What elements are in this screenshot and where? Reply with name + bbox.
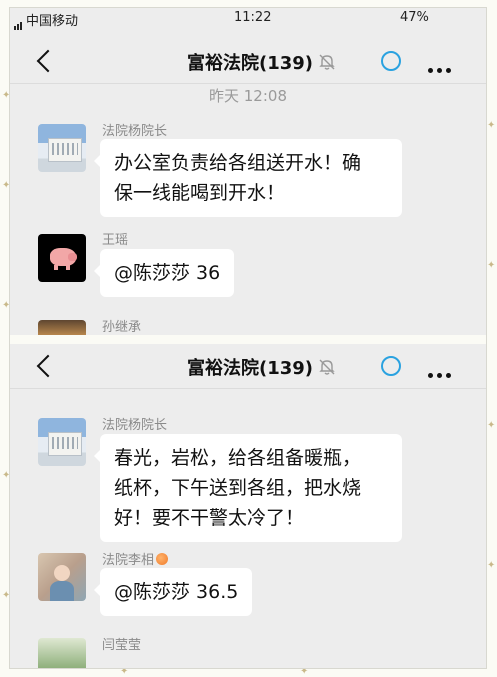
message-line: 保一线能喝到开水！: [114, 182, 286, 204]
chat-header: 富裕法院(139): [10, 344, 486, 389]
carrier-label: 中国移动: [26, 14, 79, 29]
back-icon[interactable]: [36, 354, 60, 378]
chat-header: 富裕法院(139): [10, 39, 486, 84]
screenshot-divider: [10, 335, 486, 344]
message-line: 纸杯，下午送到各组，把水烧: [114, 477, 362, 499]
sender-name: 法院杨院长: [102, 418, 168, 433]
message-bubble[interactable]: @陈莎莎 36.5: [93, 568, 253, 616]
signal-icon: [14, 15, 23, 30]
avatar[interactable]: [38, 234, 86, 282]
sender-name: 王瑶: [102, 233, 129, 248]
message-line: 办公室负责给各组送开水！确: [114, 152, 362, 174]
loading-ring-icon: [381, 356, 401, 376]
status-bar: 中国移动 11:22 47%: [10, 8, 486, 30]
battery-level: 47%: [400, 10, 429, 25]
sender-name: 法院李相: [102, 549, 169, 568]
avatar[interactable]: [38, 553, 86, 601]
message-bubble[interactable]: 办公室负责给各组送开水！确 保一线能喝到开水！: [94, 139, 402, 217]
status-time: 11:22: [234, 10, 272, 25]
avatar[interactable]: [38, 638, 86, 668]
message-bubble[interactable]: 春光，岩松，给各组备暖瓶， 纸杯，下午送到各组，把水烧 好！要不干警太冷了！: [94, 434, 402, 542]
message-bubble[interactable]: @陈莎莎 36: [93, 249, 235, 297]
sender-name: 法院杨院长: [102, 124, 168, 139]
star-decoration: ✦: [487, 420, 496, 431]
chat-title: 富裕法院(139): [186, 53, 314, 74]
sender-name-text: 法院李相: [102, 553, 155, 568]
message-timestamp: 昨天 12:08: [209, 87, 287, 105]
mute-bell-icon: [319, 359, 335, 375]
loading-ring-icon: [381, 51, 401, 71]
message-line: @陈莎莎 36: [114, 262, 221, 284]
chat-title: 富裕法院(139): [186, 358, 314, 379]
star-decoration: ✦: [487, 560, 496, 571]
sender-name: 闫莹莹: [102, 638, 142, 653]
message-line: @陈莎莎 36.5: [114, 581, 239, 603]
chat-screenshot-collage: 中国移动 11:22 47% 富裕法院(139) 昨天 12:08 法院杨院长 …: [10, 8, 486, 668]
sender-name: 孙继承: [102, 320, 142, 335]
more-icon[interactable]: [428, 363, 455, 382]
back-icon[interactable]: [36, 49, 60, 73]
message-line: 好！要不干警太冷了！: [114, 507, 305, 529]
avatar[interactable]: [38, 124, 86, 172]
mute-bell-icon: [319, 54, 335, 70]
more-icon[interactable]: [428, 58, 455, 77]
message-line: 春光，岩松，给各组备暖瓶，: [114, 447, 362, 469]
avatar[interactable]: [38, 418, 86, 466]
star-decoration: ✦: [487, 260, 496, 271]
avatar[interactable]: [38, 320, 86, 335]
star-decoration: ✦: [487, 120, 496, 131]
peach-emoji-icon: [156, 553, 169, 565]
